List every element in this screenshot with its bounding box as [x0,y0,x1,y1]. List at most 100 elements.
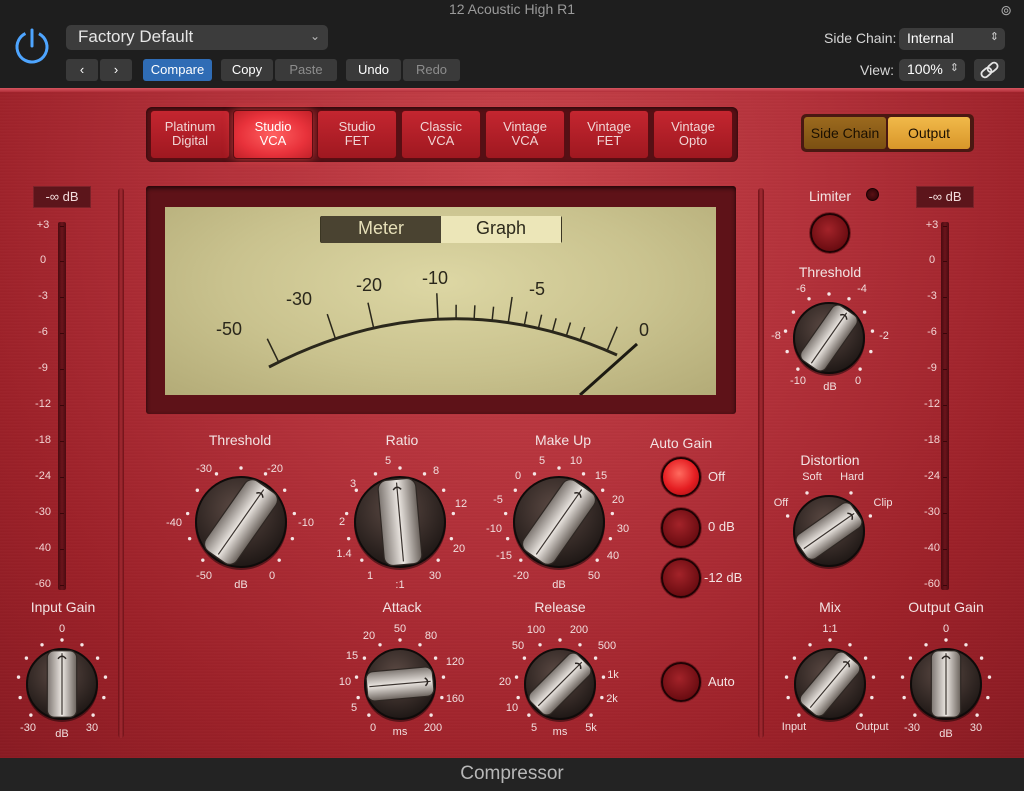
meter-tick [943,513,947,514]
side-chain-button[interactable]: Side Chain [804,117,886,149]
auto-gain-0db-label: 0 dB [708,519,735,534]
divider [118,188,124,738]
model-button-label: Studio [254,119,292,134]
knob-scale-label: 120 [445,656,465,668]
knob-scale-label: -20 [267,463,283,475]
redo-button[interactable]: Redo [403,59,460,81]
meter-tick [60,261,64,262]
side-chain-select[interactable]: Internal ⇕ [899,28,1005,50]
model-button-label: Vintage [587,119,631,134]
knob-scale-label: 12 [454,498,468,510]
preset-selector[interactable]: Factory Default ⌄ [66,25,328,50]
distortion-option-label: Off [773,497,789,509]
knob-unit-label: :1 [395,579,405,591]
threshold-knob[interactable] [181,462,301,582]
meter-tick [60,369,64,370]
model-button-studio-fet[interactable]: Studio FET [317,110,397,159]
copy-button[interactable]: Copy [221,59,273,81]
vu-tick [551,318,557,333]
vu-meter-scale: -50-30-20 -10-50 [216,268,649,395]
auto-gain-minus12db-label: -12 dB [704,570,743,585]
input-gain-label: Input Gain [30,599,96,615]
meter-scale-label: -60 [924,578,940,590]
output-button[interactable]: Output [888,117,970,149]
chevron-down-icon: ⌄ [309,29,320,43]
paste-button[interactable]: Paste [275,59,337,81]
model-button-studio-vca[interactable]: Studio VCA [233,110,313,159]
meter-tick [943,441,947,442]
knob-scale-label: -15 [496,550,512,562]
knob-unit-label: dB [552,579,566,591]
compare-button[interactable]: Compare [143,59,212,81]
prev-preset-button[interactable]: ‹ [66,59,98,81]
meter-scale-label: -24 [924,470,940,482]
plugin-name: Compressor [460,763,564,784]
model-button-label: Classic [420,119,462,134]
meter-tick [60,441,64,442]
power-button[interactable] [12,26,52,66]
vu-tick [367,302,375,329]
output-level-readout: -∞ dB [916,186,974,208]
meter-scale-label: -40 [35,542,51,554]
vu-tick [565,322,572,337]
makeup-label: Make Up [534,432,592,448]
vu-tick [491,306,495,321]
model-button-label: VCA [511,133,539,148]
next-preset-button[interactable]: › [100,59,132,81]
limiter-label: Limiter [808,188,851,204]
meter-scale-label: -30 [924,506,940,518]
model-button-vintage-fet[interactable]: Vintage FET [569,110,649,159]
knob-scale-label: 80 [424,630,438,642]
model-button-label: Studio [338,119,376,134]
knob-scale-label: 500 [597,640,617,652]
knob-scale-label: -2 [879,330,889,342]
undo-button[interactable]: Undo [346,59,401,81]
knob-unit-label: ms [552,726,568,738]
knob-scale-label: 8 [432,465,440,477]
model-button-vintage-opto[interactable]: Vintage Opto [653,110,733,159]
model-button-classic-vca[interactable]: Classic VCA [401,110,481,159]
meter-tick [60,477,64,478]
auto-release-button[interactable] [661,662,701,702]
updown-chevron-icon: ⇕ [989,31,999,43]
meter-scale-label: -60 [35,578,51,590]
meter-tick [60,513,64,514]
meter-scale-label: -40 [924,542,940,554]
attack-knob[interactable] [350,634,450,734]
auto-gain-0db-button[interactable] [661,508,701,548]
view-zoom-select[interactable]: 100% ⇕ [899,59,965,81]
distortion-option-label: Clip [873,497,893,509]
knob-scale-label: 30 [616,523,630,535]
link-icon[interactable] [974,59,1005,81]
knob-scale-label: Input [781,721,807,733]
mix-knob[interactable] [780,634,880,734]
knob-scale-label: 5 [384,455,392,467]
auto-gain-off-button[interactable] [661,457,701,497]
knob-scale-label: 3 [349,478,357,490]
link-window-icon[interactable]: ⊚ [1000,2,1012,19]
meter-tick [943,549,947,550]
limiter-threshold-label: Threshold [798,264,862,280]
distortion-knob[interactable] [779,481,879,581]
auto-gain-off-label: Off [708,469,726,484]
meter-tick [943,477,947,478]
vu-tick [266,338,280,363]
auto-gain-minus12db-button[interactable] [661,558,701,598]
meter-tick [943,405,947,406]
meter-tick [943,226,947,227]
side-chain-value: Internal [907,30,954,46]
model-button-vintage-vca[interactable]: Vintage VCA [485,110,565,159]
vu-scale-label: -30 [286,289,312,309]
input-gain-knob[interactable] [12,634,112,734]
release-label: Release [534,599,586,615]
knob-scale-label: -30 [196,463,212,475]
knob-scale-label: 50 [511,640,525,652]
meter-tick [943,261,947,262]
model-button-label: FET [596,133,622,148]
output-gain-knob[interactable] [896,634,996,734]
limiter-button[interactable] [810,213,850,253]
meter-tick [60,585,64,586]
model-button-platinum-digital[interactable]: Platinum Digital [150,110,230,159]
knob-scale-label: 100 [526,624,546,636]
vu-scale-label: -5 [529,279,545,299]
